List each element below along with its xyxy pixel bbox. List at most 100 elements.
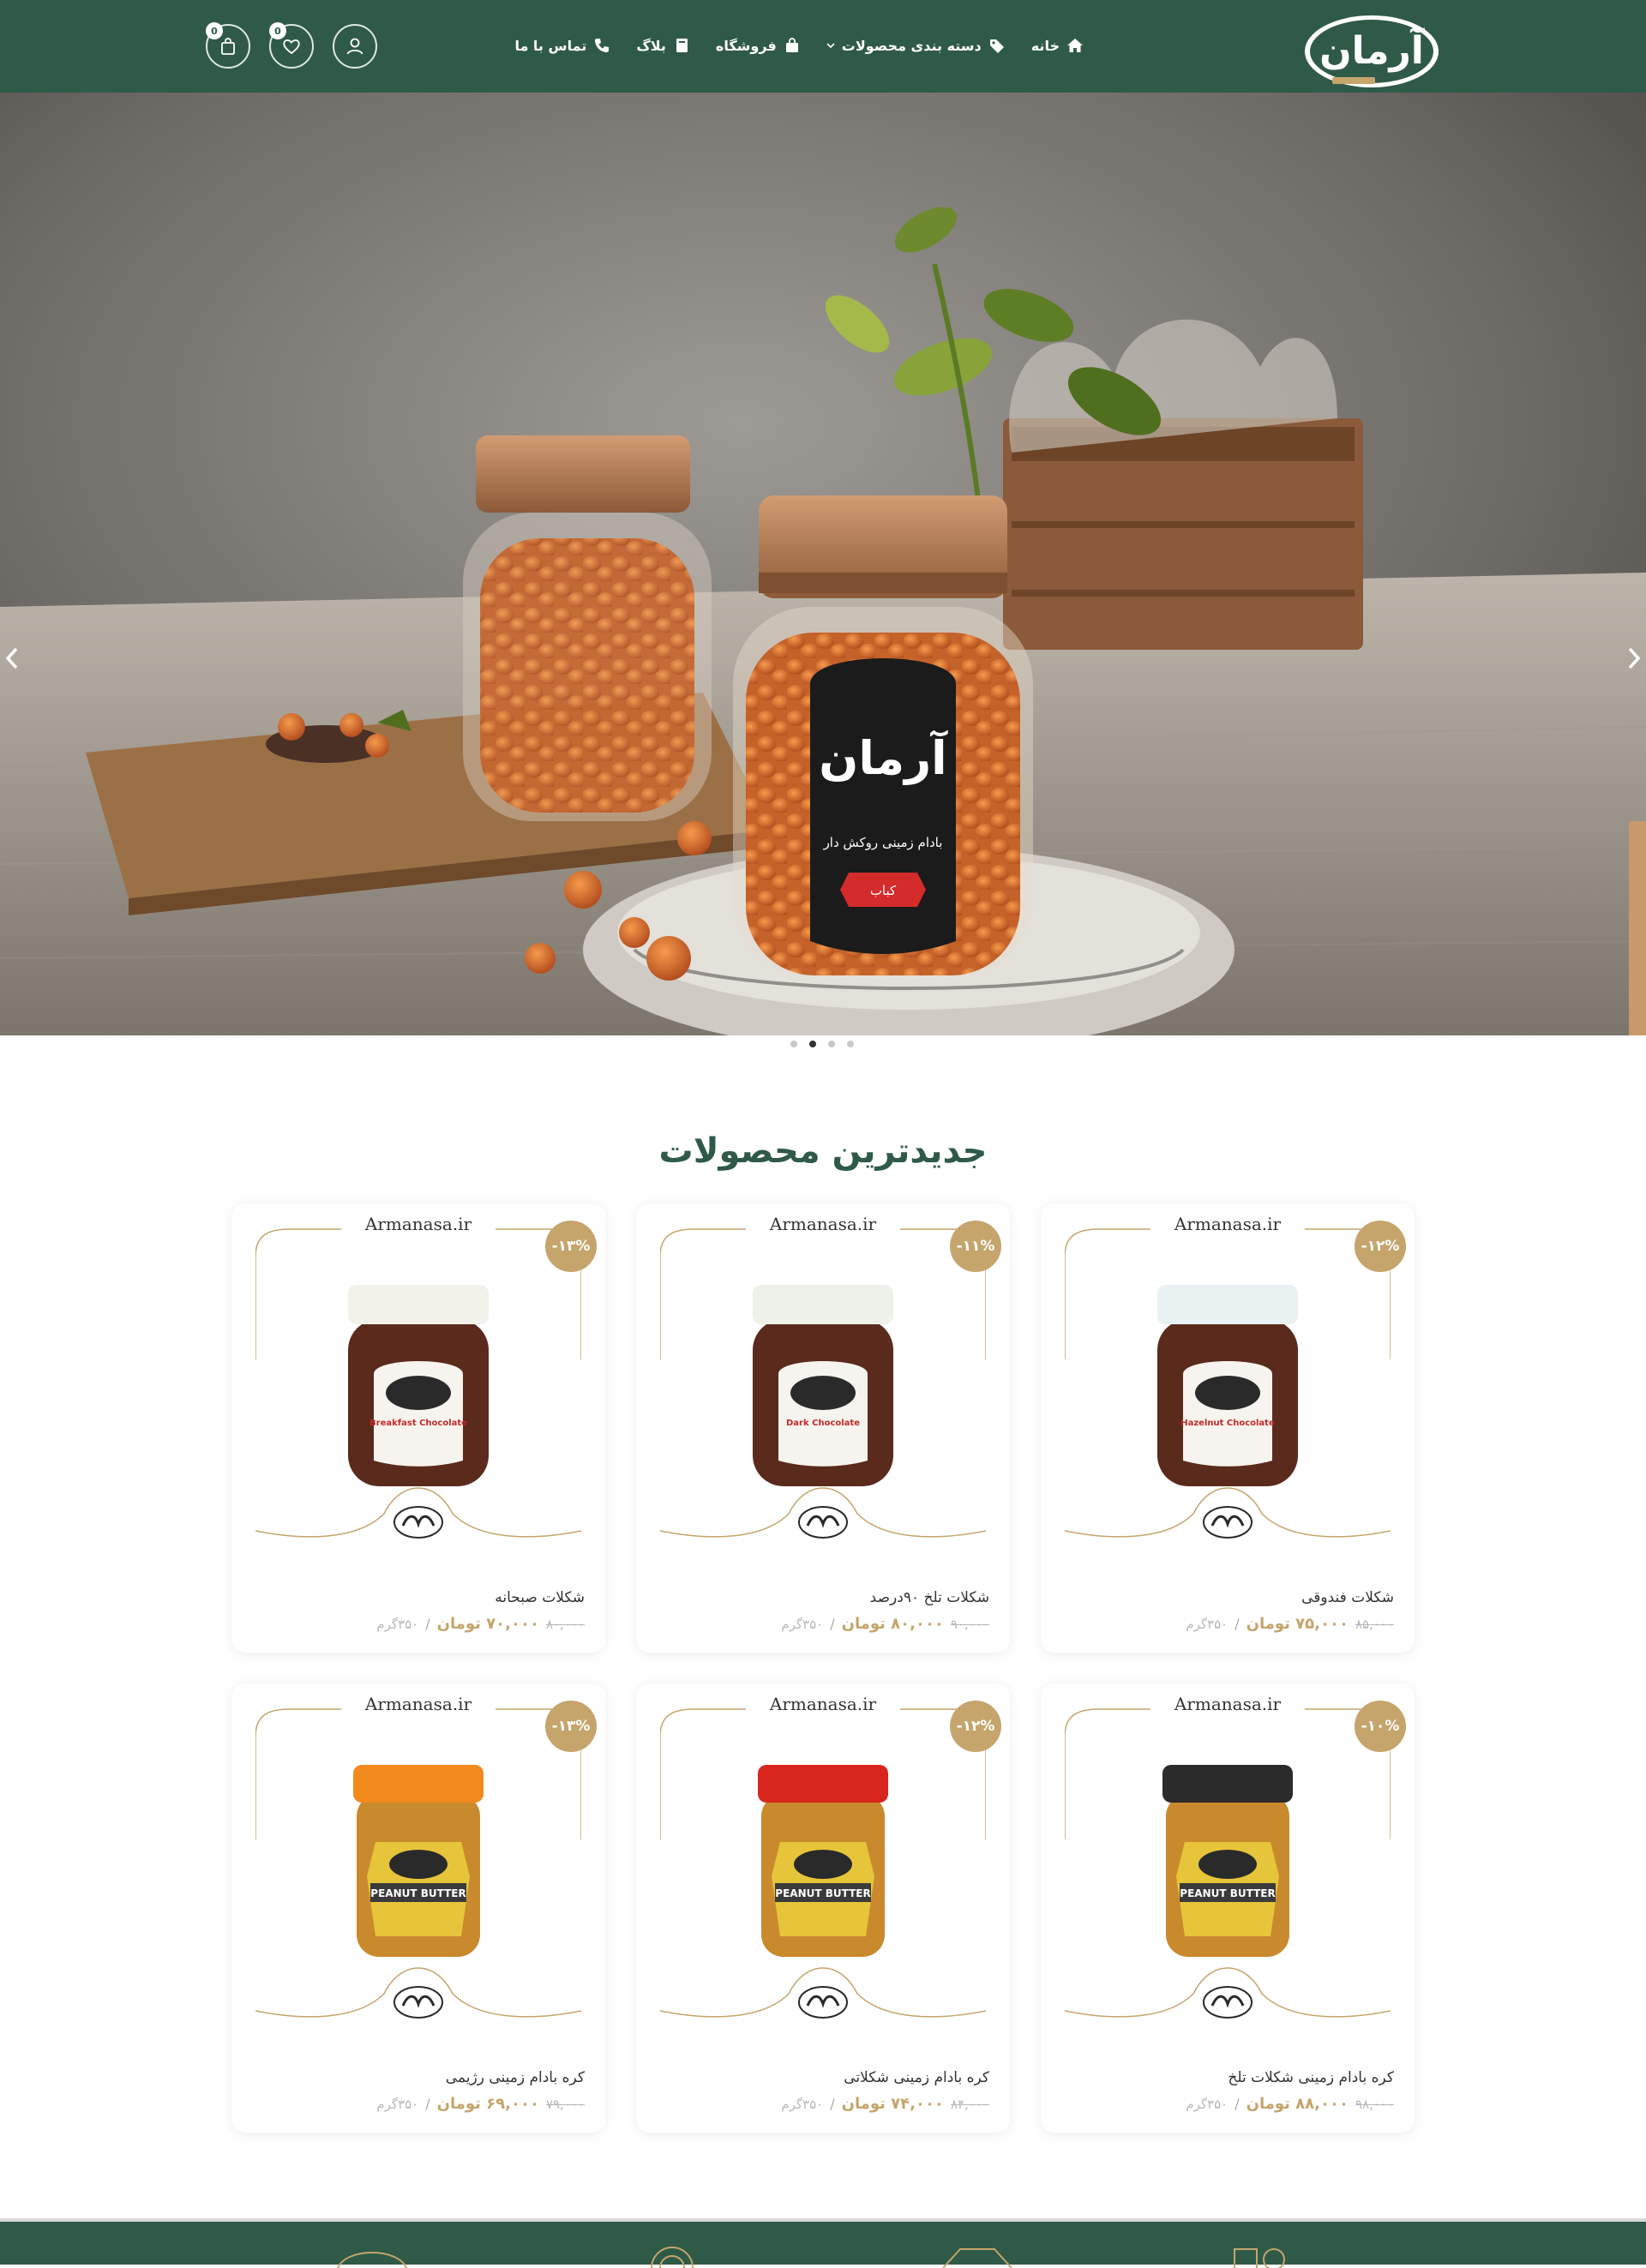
slider-pagination [790, 1041, 854, 1047]
slider-dot-3[interactable] [828, 1041, 835, 1047]
discount-badge: -۱۲% [950, 1701, 1001, 1752]
product-image[interactable]: PEANUT BUTTER [1150, 1765, 1305, 1971]
product-image[interactable]: Hazelnut Chocolate [1150, 1285, 1305, 1491]
price-separator: / [830, 1616, 835, 1632]
product-name[interactable]: کره بادام زمینی شکلاتی [844, 2069, 989, 2086]
product-card[interactable]: Armanasa.ir -۱۲% Hazelnut Chocolate شکلات ف… [1041, 1203, 1415, 1653]
old-price: ۸۰,۰۰۰ [545, 1617, 585, 1632]
nav-item-home[interactable]: خانه [1031, 37, 1084, 54]
cart-count-badge: 0 [206, 22, 223, 39]
product-name[interactable]: کره بادام زمینی شکلات تلخ [1228, 2069, 1394, 2086]
discount-badge: -۱۳% [545, 1701, 597, 1752]
nav-item-shop[interactable]: فروشگاه [716, 37, 801, 54]
nav-item-label: تماس با ما [514, 37, 587, 54]
product-name[interactable]: شکلات صبحانه [495, 1589, 585, 1606]
price-separator: / [1234, 2096, 1240, 2112]
slider-prev-button[interactable] [0, 641, 24, 675]
product-weight: ۳۵۰گرم [781, 2097, 824, 2112]
product-image[interactable]: Dark Chocolate [746, 1285, 900, 1491]
product-weight: ۳۵۰گرم [376, 2097, 419, 2112]
product-card[interactable]: Armanasa.ir -۱۲% PEANUT BUTTER کره بادام زم… [636, 1683, 1010, 2133]
account-button[interactable] [333, 24, 377, 69]
product-weight: ۳۵۰گرم [376, 1617, 419, 1632]
discount-badge: -۱۱% [950, 1221, 1001, 1272]
home-icon [1067, 39, 1083, 52]
brand-mark-icon [1203, 1986, 1253, 2019]
price-separator: / [830, 2096, 835, 2112]
product-name[interactable]: شکلات تلخ ۹۰درصد [870, 1589, 989, 1606]
product-name[interactable]: کره بادام زمینی رژیمی [446, 2069, 585, 2086]
book-icon [676, 39, 688, 52]
product-weight: ۳۵۰گرم [1186, 2097, 1228, 2112]
nav-item-contact[interactable]: تماس با ما [514, 37, 610, 54]
discount-badge: -۱۰% [1355, 1701, 1406, 1752]
cart-bag-icon [221, 38, 235, 55]
svg-text:کباب: کباب [870, 883, 897, 898]
slider-dot-1[interactable] [790, 1041, 797, 1047]
product-image[interactable]: Breakfast Chocolate [341, 1285, 496, 1491]
heart-icon [283, 39, 300, 55]
product-price-line: ۹۸,۰۰۰ ۸۸,۰۰۰ تومان / ۳۵۰گرم [1186, 2095, 1394, 2113]
product-image[interactable]: PEANUT BUTTER [746, 1765, 900, 1971]
tags-icon [989, 39, 1004, 53]
slider-dot-4[interactable] [847, 1041, 854, 1047]
new-price: ۸۸,۰۰۰ تومان [1246, 2095, 1349, 2113]
brand-mark-icon [798, 1506, 848, 1539]
nav-item-label: دسته بندی محصولات [841, 37, 982, 54]
nav-item-categories[interactable]: دسته بندی محصولات [826, 37, 1006, 54]
slider-dot-2[interactable] [809, 1041, 816, 1047]
product-weight: ۳۵۰گرم [781, 1617, 824, 1632]
nav-item-label: خانه [1030, 37, 1060, 54]
product-price-line: ۷۹,۰۰۰ ۶۹,۰۰۰ تومان / ۳۵۰گرم [376, 2095, 585, 2113]
brand-logo[interactable]: آرمان [1301, 3, 1440, 89]
price-separator: / [425, 1616, 430, 1632]
phone-icon [595, 39, 610, 52]
site-header: آرمان خانه دسته بندی محصولات فروشگاه بلا… [0, 0, 1646, 93]
svg-text:بادام زمینی روکش دار: بادام زمینی روکش دار [823, 835, 943, 850]
wishlist-button[interactable]: 0 [269, 22, 314, 69]
product-card[interactable]: Armanasa.ir -۱۳% PEANUT BUTTER کره بادام زم… [231, 1683, 605, 2133]
jar-label-text: Dark Chocolate [786, 1419, 860, 1428]
new-price: ۸۰,۰۰۰ تومان [841, 1615, 944, 1633]
brand-mark-icon [1203, 1506, 1253, 1539]
old-price: ۹۸,۰۰۰ [1355, 2097, 1394, 2112]
price-separator: / [425, 2096, 430, 2112]
product-image[interactable]: PEANUT BUTTER [341, 1765, 496, 1971]
chevron-left-icon [5, 647, 18, 669]
chevron-right-icon [1628, 647, 1641, 669]
wishlist-count-badge: 0 [269, 22, 286, 39]
product-weight: ۳۵۰گرم [1186, 1617, 1228, 1632]
old-price: ۸۴,۰۰۰ [950, 2097, 989, 2112]
nav-item-label: بلاگ [636, 37, 666, 54]
product-name[interactable]: شکلات فندوقی [1301, 1589, 1394, 1606]
hero-slide-image: آرمان بادام زمینی روکش دار کباب [0, 93, 1646, 1035]
hero-slider: آرمان بادام زمینی روکش دار کباب [0, 93, 1646, 1035]
brand-mark-icon [393, 1986, 443, 2019]
old-price: ۹۰,۰۰۰ [950, 1617, 989, 1632]
new-price: ۷۴,۰۰۰ تومان [841, 2095, 944, 2113]
chevron-down-icon [826, 43, 835, 49]
main-nav: خانه دسته بندی محصولات فروشگاه بلاگ تماس… [514, 31, 1084, 60]
svg-text:آرمان: آرمان [1319, 27, 1425, 73]
jar-label-text: PEANUT BUTTER [1180, 1887, 1275, 1899]
slider-next-button[interactable] [1622, 641, 1646, 675]
jar-label-text: Breakfast Chocolate [369, 1419, 467, 1428]
product-card[interactable]: Armanasa.ir -۱۱% Dark Chocolate شکلات تلخ ۹… [636, 1203, 1010, 1653]
product-price-line: ۹۰,۰۰۰ ۸۰,۰۰۰ تومان / ۳۵۰گرم [781, 1615, 989, 1633]
jar-label-text: PEANUT BUTTER [775, 1887, 870, 1899]
nav-item-blog[interactable]: بلاگ [636, 37, 690, 54]
old-price: ۷۹,۰۰۰ [545, 2097, 585, 2112]
product-card[interactable]: Armanasa.ir -۱۰% PEANUT BUTTER کره بادام زم… [1041, 1683, 1415, 2133]
old-price: ۸۵,۰۰۰ [1355, 1617, 1394, 1632]
cart-button[interactable]: 0 [206, 22, 250, 69]
brand-mark-icon [798, 1986, 848, 2019]
product-card[interactable]: Armanasa.ir -۱۳% Breakfast Chocolate شکلات … [231, 1203, 605, 1653]
svg-text:آرمان: آرمان [819, 729, 948, 785]
jar-label-text: PEANUT BUTTER [370, 1887, 466, 1899]
new-price: ۷۵,۰۰۰ تومان [1246, 1615, 1349, 1633]
shopping-bag-icon [785, 38, 798, 52]
discount-badge: -۱۳% [545, 1221, 597, 1272]
nav-item-label: فروشگاه [715, 37, 777, 54]
new-price: ۶۹,۰۰۰ تومان [436, 2095, 539, 2113]
jar-label-text: Hazelnut Chocolate [1180, 1419, 1275, 1428]
